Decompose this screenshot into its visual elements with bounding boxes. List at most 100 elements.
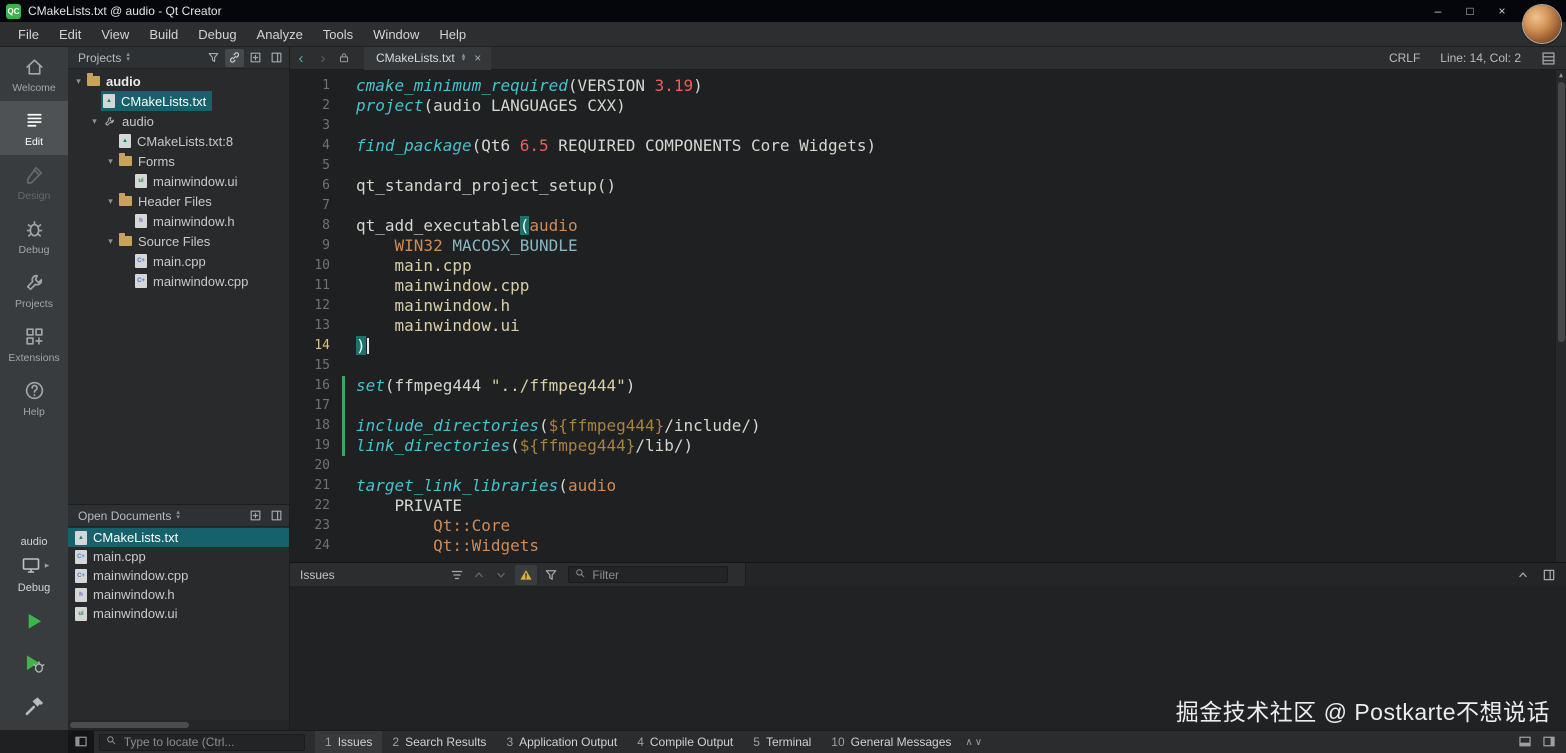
code-line-10[interactable]: 10 main.cpp	[290, 256, 1566, 276]
code-line-20[interactable]: 20	[290, 456, 1566, 476]
code-line-17[interactable]: 17	[290, 396, 1566, 416]
tree-item-forms[interactable]: ▾ Forms	[68, 151, 289, 171]
menu-debug[interactable]: Debug	[188, 24, 246, 45]
show-warnings-toggle[interactable]	[515, 564, 537, 585]
build-button[interactable]	[19, 690, 49, 720]
horizontal-scrollbar[interactable]	[68, 720, 289, 730]
open-doc-main-cpp[interactable]: C+ main.cpp	[68, 547, 289, 566]
menu-window[interactable]: Window	[363, 24, 429, 45]
code-line-7[interactable]: 7	[290, 196, 1566, 216]
mode-projects[interactable]: Projects	[0, 263, 68, 317]
code-line-16[interactable]: 16 set(ffmpeg444 "../ffmpeg444")	[290, 376, 1566, 396]
open-doc-mainwindow-cpp[interactable]: C+ mainwindow.cpp	[68, 566, 289, 585]
code-line-9[interactable]: 9 WIN32 MACOSX_BUNDLE	[290, 236, 1566, 256]
code-line-14[interactable]: 14)	[290, 336, 1566, 356]
next-issue-button[interactable]	[490, 565, 512, 585]
menu-view[interactable]: View	[91, 24, 139, 45]
updown-arrows-icon[interactable]: ▴ ▾	[462, 52, 466, 63]
maximize-output-button[interactable]	[1512, 565, 1534, 585]
issues-category-button[interactable]	[446, 565, 468, 585]
tree-item-audio[interactable]: ▾ audio	[68, 71, 289, 91]
mode-welcome[interactable]: Welcome	[0, 47, 68, 101]
menu-help[interactable]: Help	[429, 24, 476, 45]
kit-selector[interactable]: ▸	[19, 554, 49, 576]
right-panel-icon[interactable]	[1542, 735, 1556, 749]
output-button-issues[interactable]: 1 Issues	[315, 731, 383, 753]
code-editor[interactable]: 1 cmake_minimum_required(VERSION 3.19) 2 pr…	[290, 70, 1566, 562]
split-output-button[interactable]	[1538, 565, 1560, 585]
expander-icon[interactable]: ▾	[88, 116, 101, 127]
tree-item-mainwindow-h[interactable]: h mainwindow.h	[68, 211, 289, 231]
vertical-scrollbar[interactable]: ▲	[1555, 70, 1566, 562]
previous-issue-button[interactable]	[468, 565, 490, 585]
code-line-21[interactable]: 21 target_link_libraries(audio	[290, 476, 1566, 496]
output-panes-menu[interactable]: ∧∨	[965, 737, 984, 748]
menu-analyze[interactable]: Analyze	[247, 24, 313, 45]
code-line-4[interactable]: 4 find_package(Qt6 6.5 REQUIRED COMPONENT…	[290, 136, 1566, 156]
menu-tools[interactable]: Tools	[313, 24, 363, 45]
tree-item-header-files[interactable]: ▾ Header Files	[68, 191, 289, 211]
output-button-terminal[interactable]: 5 Terminal	[743, 731, 821, 753]
expander-icon[interactable]: ▾	[72, 76, 85, 87]
output-button-general-messages[interactable]: 10 General Messages	[821, 731, 961, 753]
tree-item-mainwindow-ui[interactable]: ui mainwindow.ui	[68, 171, 289, 191]
tree-item-main-cpp[interactable]: C+ main.cpp	[68, 251, 289, 271]
output-button-compile-output[interactable]: 4 Compile Output	[627, 731, 743, 753]
mode-debug[interactable]: Debug	[0, 209, 68, 263]
editor-menu-icon[interactable]	[1541, 51, 1556, 66]
close-button[interactable]: ×	[1488, 2, 1516, 20]
code-line-18[interactable]: 18 include_directories(${ffmpeg444}/inclu…	[290, 416, 1566, 436]
sync-with-editor-button[interactable]	[225, 48, 244, 67]
open-doc-mainwindow-ui[interactable]: ui mainwindow.ui	[68, 604, 289, 623]
minimize-button[interactable]: –	[1424, 2, 1452, 20]
open-documents-selector[interactable]: Open Documents ▴ ▾	[74, 508, 184, 524]
scroll-up-icon[interactable]: ▲	[1556, 70, 1566, 81]
close-pane-button[interactable]	[267, 507, 286, 525]
code-line-8[interactable]: 8 qt_add_executable(audio	[290, 216, 1566, 236]
mode-edit[interactable]: Edit	[0, 101, 68, 155]
mode-extensions[interactable]: Extensions	[0, 317, 68, 371]
run-debug-button[interactable]	[19, 648, 49, 678]
scrollbar-thumb[interactable]	[1558, 82, 1565, 342]
close-document-icon[interactable]: ×	[472, 51, 483, 65]
expander-icon[interactable]: ▾	[104, 236, 117, 247]
filter-tree-button[interactable]	[204, 49, 223, 67]
split-pane-button[interactable]	[246, 507, 265, 525]
code-line-24[interactable]: 24 Qt::Widgets	[290, 536, 1566, 556]
code-line-1[interactable]: 1 cmake_minimum_required(VERSION 3.19)	[290, 76, 1566, 96]
code-line-23[interactable]: 23 Qt::Core	[290, 516, 1566, 536]
open-doc-cmakelists-txt[interactable]: ▲ CMakeLists.txt	[68, 528, 289, 547]
bottom-panel-icon[interactable]	[1518, 735, 1532, 749]
expander-icon[interactable]: ▾	[104, 156, 117, 167]
go-forward-button[interactable]: ›	[312, 50, 334, 67]
go-back-button[interactable]: ‹	[290, 50, 312, 67]
tree-item-cmakelists-txt-8[interactable]: ▲ CMakeLists.txt:8	[68, 131, 289, 151]
issues-filter-input[interactable]	[592, 567, 721, 582]
locator-input[interactable]	[123, 735, 298, 749]
code-line-13[interactable]: 13 mainwindow.ui	[290, 316, 1566, 336]
tree-item-audio[interactable]: ▾ audio	[68, 111, 289, 131]
menu-edit[interactable]: Edit	[49, 24, 91, 45]
output-button-search-results[interactable]: 2 Search Results	[382, 731, 496, 753]
code-line-22[interactable]: 22 PRIVATE	[290, 496, 1566, 516]
code-line-5[interactable]: 5	[290, 156, 1566, 176]
code-line-6[interactable]: 6 qt_standard_project_setup()	[290, 176, 1566, 196]
menu-build[interactable]: Build	[139, 24, 188, 45]
output-button-application-output[interactable]: 3 Application Output	[496, 731, 627, 753]
line-ending-indicator[interactable]: CRLF	[1389, 51, 1420, 65]
code-line-2[interactable]: 2 project(audio LANGUAGES CXX)	[290, 96, 1566, 116]
code-line-19[interactable]: 19 link_directories(${ffmpeg444}/lib/)	[290, 436, 1566, 456]
issues-filter-box[interactable]	[568, 566, 728, 583]
projects-pane-selector[interactable]: Projects ▴ ▾	[74, 50, 134, 66]
code-line-11[interactable]: 11 mainwindow.cpp	[290, 276, 1566, 296]
maximize-button[interactable]: □	[1456, 2, 1484, 20]
document-tab[interactable]: CMakeLists.txt ▴ ▾ ×	[364, 46, 492, 70]
mode-design[interactable]: Design	[0, 155, 68, 209]
code-line-12[interactable]: 12 mainwindow.h	[290, 296, 1566, 316]
open-doc-mainwindow-h[interactable]: h mainwindow.h	[68, 585, 289, 604]
tree-item-mainwindow-cpp[interactable]: C+ mainwindow.cpp	[68, 271, 289, 291]
expander-icon[interactable]: ▾	[104, 196, 117, 207]
menu-file[interactable]: File	[8, 24, 49, 45]
filter-issues-button[interactable]	[540, 565, 562, 585]
code-line-3[interactable]: 3	[290, 116, 1566, 136]
